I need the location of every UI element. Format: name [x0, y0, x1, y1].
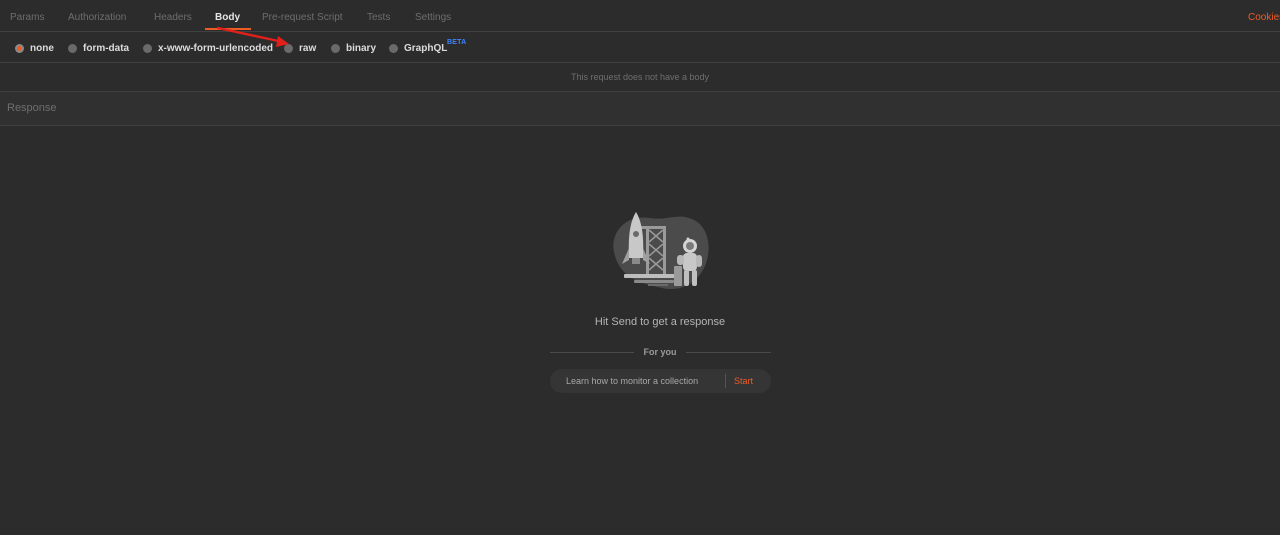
for-you-divider-left: [550, 352, 634, 353]
tab-tests[interactable]: Tests: [367, 0, 390, 31]
empty-response-message: Hit Send to get a response: [594, 316, 726, 328]
graphql-beta-badge: BETA: [447, 39, 467, 46]
start-button[interactable]: Start: [734, 369, 753, 393]
suggestion-separator: [725, 374, 726, 388]
radio-unselected-icon: [389, 43, 398, 53]
radio-unselected-icon: [331, 43, 340, 53]
cookies-link[interactable]: Cookies: [1248, 0, 1280, 35]
radio-label: none: [30, 42, 54, 54]
radio-binary[interactable]: binary: [331, 41, 376, 55]
radio-selected-icon: [15, 43, 24, 53]
active-tab-indicator: [205, 28, 251, 30]
radio-unselected-icon: [284, 43, 293, 53]
for-you-divider-right: [686, 352, 771, 353]
tab-headers[interactable]: Headers: [154, 0, 192, 31]
radio-unselected-icon: [143, 43, 152, 53]
radio-label: binary: [346, 42, 377, 54]
tab-body[interactable]: Body: [215, 0, 240, 31]
response-header: Response: [0, 92, 1280, 126]
no-body-message: This request does not have a body: [0, 63, 1280, 92]
monitor-collection-suggestion: Learn how to monitor a collection Start: [550, 369, 771, 393]
radio-graphql[interactable]: GraphQL: [389, 41, 447, 55]
radio-label: form-data: [83, 42, 130, 54]
radio-x-www-form-urlencoded[interactable]: x-www-form-urlencoded: [143, 41, 273, 55]
suggestion-text: Learn how to monitor a collection: [566, 376, 699, 386]
postman-request-panel: Params Authorization Headers Body Pre-re…: [0, 0, 1280, 535]
radio-none[interactable]: none: [15, 41, 54, 55]
tab-settings[interactable]: Settings: [415, 0, 451, 31]
radio-form-data[interactable]: form-data: [68, 41, 129, 55]
radio-label: raw: [299, 42, 317, 54]
request-tab-bar: Params Authorization Headers Body Pre-re…: [0, 0, 1280, 32]
response-title: Response: [7, 102, 57, 114]
tab-pre-request-script[interactable]: Pre-request Script: [262, 0, 343, 31]
tab-params[interactable]: Params: [10, 0, 44, 31]
radio-raw[interactable]: raw: [284, 41, 316, 55]
tab-authorization[interactable]: Authorization: [68, 0, 126, 31]
rocket-launch-astronaut-illustration-icon: [613, 212, 709, 290]
for-you-label: For you: [643, 347, 677, 357]
radio-label: GraphQL: [404, 42, 448, 54]
radio-unselected-icon: [68, 43, 77, 53]
body-type-selector: none form-data x-www-form-urlencoded raw…: [0, 32, 1280, 63]
radio-label: x-www-form-urlencoded: [158, 42, 274, 54]
